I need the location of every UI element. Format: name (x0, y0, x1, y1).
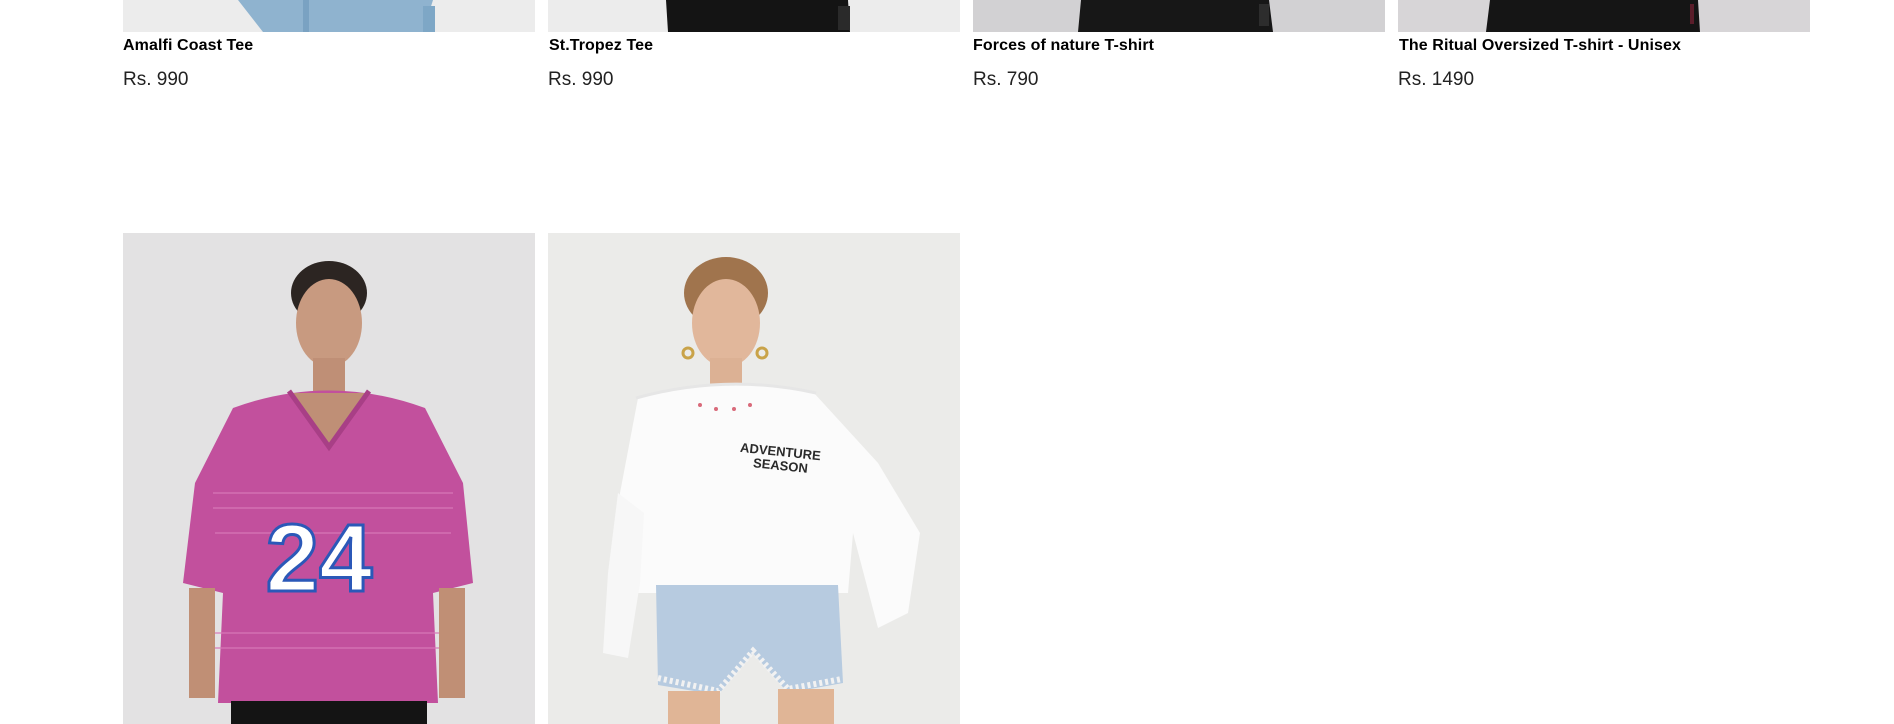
product-name[interactable]: Forces of nature T-shirt (973, 37, 1154, 55)
product-image-white-sweatshirt[interactable]: ADVENTURE SEASON (548, 233, 960, 724)
product-name[interactable]: The Ritual Oversized T-shirt - Unisex (1399, 37, 1681, 55)
product-image-pink-jersey[interactable]: 24 (123, 233, 535, 724)
product-price: Rs. 790 (973, 69, 1039, 90)
product-price: Rs. 990 (548, 69, 614, 90)
product-price: Rs. 990 (123, 69, 189, 90)
product-image-amalfi-coast-tee[interactable] (123, 0, 535, 32)
product-name[interactable]: Amalfi Coast Tee (123, 37, 253, 55)
product-price: Rs. 1490 (1398, 69, 1475, 90)
product-image-st-tropez-tee[interactable] (548, 0, 960, 32)
jersey-number: 24 (266, 505, 373, 612)
product-image-the-ritual-oversized-t-shirt[interactable] (1398, 0, 1810, 32)
product-name[interactable]: St.Tropez Tee (549, 37, 653, 55)
product-image-forces-of-nature-t-shirt[interactable] (973, 0, 1385, 32)
